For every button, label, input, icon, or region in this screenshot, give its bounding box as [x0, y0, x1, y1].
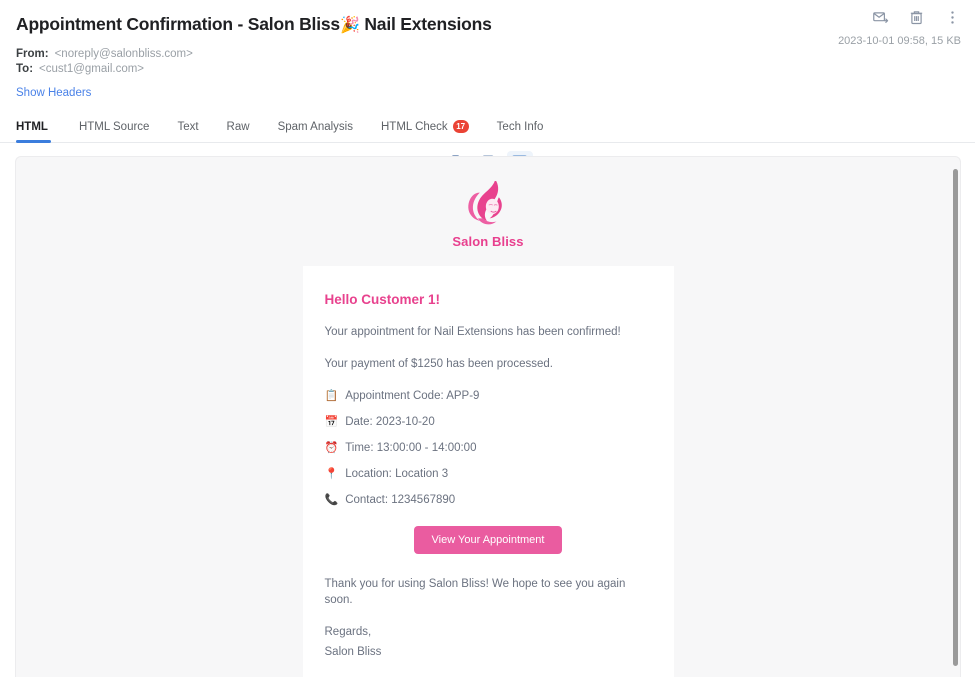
delete-icon[interactable] — [905, 6, 927, 28]
meta-from-row: From: <noreply@salonbliss.com> — [16, 47, 959, 61]
thank-you-text: Thank you for using Salon Bliss! We hope… — [324, 578, 626, 606]
confirmation-text: Your appointment for Nail Extensions has… — [324, 326, 621, 338]
email-preview-app: Appointment Confirmation - Salon Bliss🎉 … — [0, 0, 975, 677]
tab-raw[interactable]: Raw — [213, 121, 264, 142]
detail-time: ⏰ Time: 13:00:00 - 14:00:00 — [325, 440, 652, 456]
tab-html[interactable]: HTML — [16, 121, 65, 143]
detail-contact: 📞 Contact: 1234567890 — [325, 492, 652, 508]
meta-to-row: To: <cust1@gmail.com> — [16, 62, 959, 76]
to-label: To: — [16, 63, 34, 75]
view-appointment-button[interactable]: View Your Appointment — [413, 526, 563, 554]
detail-text: Date: 2023-10-20 — [345, 416, 435, 428]
subject-row: Appointment Confirmation - Salon Bliss🎉 … — [16, 8, 959, 38]
page-title: Appointment Confirmation - Salon Bliss🎉 … — [16, 12, 492, 38]
email-header: Appointment Confirmation - Salon Bliss🎉 … — [0, 0, 975, 101]
email-body-card: Hello Customer 1! Your appointment for N… — [302, 266, 674, 677]
regards-text: Regards, — [324, 626, 372, 638]
tab-label: Spam Analysis — [277, 121, 353, 133]
more-options-icon[interactable] — [941, 6, 963, 28]
view-tabs: HTML HTML Source Text Raw Spam Analysis … — [0, 113, 975, 143]
detail-date: 📅 Date: 2023-10-20 — [325, 414, 652, 430]
subject-tail-text: Nail Extensions — [364, 14, 492, 34]
to-value: <cust1@gmail.com> — [39, 63, 145, 75]
mark-unread-icon[interactable] — [869, 6, 891, 28]
email-timestamp: 2023-10-01 09:58, 15 KB — [838, 35, 961, 47]
tab-label: HTML — [16, 121, 48, 133]
from-label: From: — [16, 48, 49, 60]
party-popper-icon: 🎉 — [339, 17, 360, 34]
tab-label: Tech Info — [496, 121, 544, 133]
detail-appointment-code: 📋 Appointment Code: APP-9 — [325, 388, 652, 404]
phone-icon: 📞 — [324, 494, 339, 506]
email-greeting: Hello Customer 1! — [324, 292, 441, 307]
tab-label: Raw — [226, 121, 250, 133]
detail-text: Time: 13:00:00 - 14:00:00 — [345, 442, 477, 454]
map-pin-icon: 📍 — [324, 468, 339, 480]
subject-text: Appointment Confirmation - Salon Bliss — [16, 14, 340, 34]
email-preview-panel: Salon Bliss Hello Customer 1! Your appoi… — [15, 156, 961, 677]
brand-name: Salon Bliss — [452, 234, 524, 249]
rendered-email: Salon Bliss Hello Customer 1! Your appoi… — [16, 157, 960, 677]
appointment-details-list: 📋 Appointment Code: APP-9 📅 Date: 2023-1… — [325, 388, 652, 508]
cta-wrapper: View Your Appointment — [325, 526, 652, 554]
signature-text: Salon Bliss — [324, 646, 382, 658]
calendar-icon: 📅 — [324, 416, 339, 428]
detail-location: 📍 Location: Location 3 — [325, 466, 652, 482]
preview-scrollbar[interactable] — [953, 169, 958, 666]
tab-label: Text — [177, 121, 199, 133]
detail-text: Contact: 1234567890 — [345, 494, 456, 506]
tab-text[interactable]: Text — [163, 121, 212, 142]
html-check-badge: 17 — [452, 120, 469, 133]
alarm-clock-icon: ⏰ — [324, 442, 339, 454]
from-value: <noreply@salonbliss.com> — [54, 48, 193, 60]
header-actions — [869, 6, 963, 28]
tab-spam-analysis[interactable]: Spam Analysis — [264, 121, 367, 142]
tab-tech-info[interactable]: Tech Info — [483, 121, 558, 142]
clipboard-icon: 📋 — [324, 390, 339, 402]
tab-label: HTML Check — [381, 120, 448, 133]
show-headers-link[interactable]: Show Headers — [16, 87, 91, 99]
detail-text: Location: Location 3 — [345, 468, 449, 480]
tab-html-source[interactable]: HTML Source — [65, 121, 164, 142]
email-meta: From: <noreply@salonbliss.com> To: <cust… — [16, 47, 959, 76]
tab-label: HTML Source — [78, 121, 150, 133]
email-brand-header: Salon Bliss — [16, 174, 960, 259]
payment-text: Your payment of $1250 has been processed… — [324, 358, 553, 370]
detail-text: Appointment Code: APP-9 — [345, 390, 480, 402]
salon-bliss-logo-icon — [468, 181, 502, 225]
tab-html-check[interactable]: HTML Check 17 — [367, 120, 483, 142]
